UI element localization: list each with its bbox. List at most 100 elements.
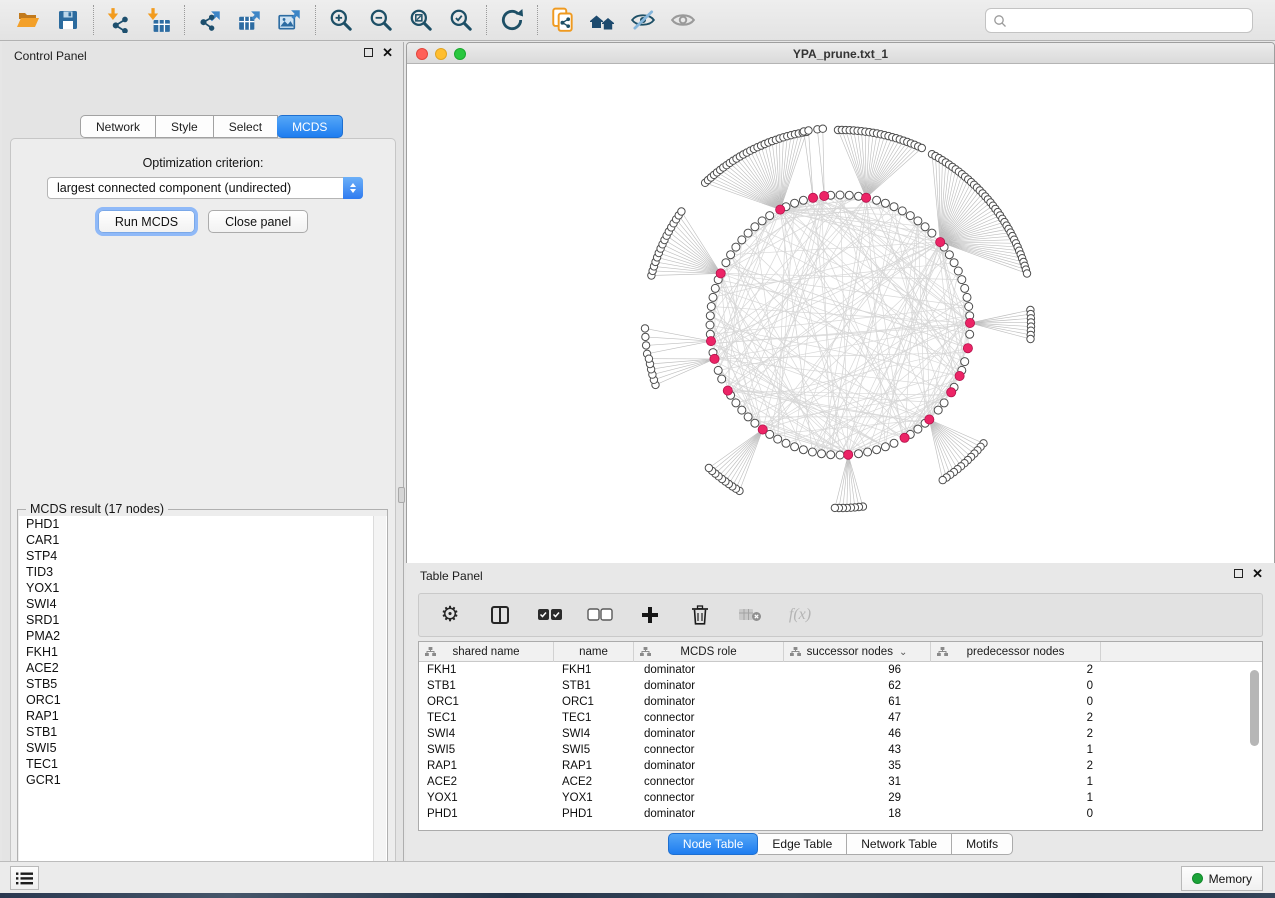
zoom-out-button[interactable] xyxy=(361,3,401,37)
mcds-result-item[interactable]: TID3 xyxy=(19,564,387,580)
cell-predecessor-nodes: 1 xyxy=(931,790,1101,806)
control-panel-tabs: NetworkStyleSelectMCDS xyxy=(80,115,343,138)
network-window-titlebar[interactable]: YPA_prune.txt_1 xyxy=(407,43,1274,64)
status-bar: Memory xyxy=(0,861,1275,893)
memory-button[interactable]: Memory xyxy=(1181,866,1263,891)
column-header-name[interactable]: name xyxy=(554,642,634,662)
zoom-out-icon xyxy=(368,7,394,33)
table-row[interactable]: SWI4SWI4dominator462 xyxy=(419,726,1262,742)
mcds-result-item[interactable]: ORC1 xyxy=(19,692,387,708)
node-table-body: FKH1FKH1dominator962STB1STB1dominator620… xyxy=(419,662,1262,822)
import-network-button[interactable] xyxy=(99,3,139,37)
refresh-view-button[interactable] xyxy=(492,3,532,37)
table-row[interactable]: PHD1PHD1dominator180 xyxy=(419,806,1262,822)
mcds-result-item[interactable]: TEC1 xyxy=(19,756,387,772)
table-row[interactable]: SWI5SWI5connector431 xyxy=(419,742,1262,758)
criterion-dropdown[interactable]: largest connected component (undirected) xyxy=(47,177,363,199)
clone-network-button[interactable] xyxy=(543,3,583,37)
tab-style[interactable]: Style xyxy=(156,115,214,138)
deselect-all-button[interactable] xyxy=(587,602,613,628)
mcds-result-item[interactable]: RAP1 xyxy=(19,708,387,724)
table-scrollbar-thumb[interactable] xyxy=(1250,670,1259,746)
export-image-button[interactable] xyxy=(270,3,310,37)
mcds-result-item[interactable]: PHD1 xyxy=(19,516,387,532)
close-table-panel-icon[interactable]: ✕ xyxy=(1252,568,1263,579)
table-row[interactable]: ACE2ACE2connector311 xyxy=(419,774,1262,790)
run-mcds-button[interactable]: Run MCDS xyxy=(98,210,195,233)
cell-MCDS-role: connector xyxy=(634,774,784,790)
float-table-panel-icon[interactable] xyxy=(1234,569,1243,578)
panel-divider-handle[interactable] xyxy=(398,487,405,503)
mcds-result-item[interactable]: ACE2 xyxy=(19,660,387,676)
tab-edge-table[interactable]: Edge Table xyxy=(758,833,847,855)
control-panel-header: Control Panel ✕ xyxy=(2,42,403,68)
first-neighbors-button[interactable] xyxy=(583,3,623,37)
table-row[interactable]: TEC1TEC1connector472 xyxy=(419,710,1262,726)
toolbar-separator xyxy=(184,5,185,35)
export-network-button[interactable] xyxy=(190,3,230,37)
criterion-value: largest connected component (undirected) xyxy=(48,181,343,195)
show-columns-button[interactable] xyxy=(487,602,513,628)
table-row[interactable]: STB1STB1dominator620 xyxy=(419,678,1262,694)
search-input[interactable] xyxy=(1012,11,1252,31)
mcds-result-item[interactable]: SRD1 xyxy=(19,612,387,628)
mcds-result-item[interactable]: SWI5 xyxy=(19,740,387,756)
mcds-result-item[interactable]: STP4 xyxy=(19,548,387,564)
save-session-button[interactable] xyxy=(48,3,88,37)
column-header-MCDS-role[interactable]: MCDS role xyxy=(634,642,784,662)
tab-network[interactable]: Network xyxy=(80,115,156,138)
close-panel-button[interactable]: Close panel xyxy=(208,210,308,233)
table-row[interactable]: ORC1ORC1dominator610 xyxy=(419,694,1262,710)
add-column-button[interactable] xyxy=(637,602,663,628)
network-canvas[interactable] xyxy=(407,64,1274,563)
show-all-button[interactable] xyxy=(663,3,703,37)
mcds-result-item[interactable]: SWI4 xyxy=(19,596,387,612)
close-panel-icon[interactable]: ✕ xyxy=(382,47,393,58)
import-table-button[interactable] xyxy=(139,3,179,37)
mcds-result-item[interactable]: STB5 xyxy=(19,676,387,692)
zoom-fit-button[interactable] xyxy=(401,3,441,37)
tab-node-table[interactable]: Node Table xyxy=(668,833,759,855)
table-scrollbar[interactable] xyxy=(1249,668,1260,828)
column-header-shared-name[interactable]: shared name xyxy=(419,642,554,662)
zoom-in-button[interactable] xyxy=(321,3,361,37)
float-panel-icon[interactable] xyxy=(364,48,373,57)
cell-predecessor-nodes: 0 xyxy=(931,806,1101,822)
cell-predecessor-nodes: 0 xyxy=(931,694,1101,710)
cell-name: YOX1 xyxy=(554,790,634,806)
import-table-icon xyxy=(146,7,172,33)
hide-selected-button[interactable] xyxy=(623,3,663,37)
toolbar-separator xyxy=(315,5,316,35)
open-file-button[interactable] xyxy=(8,3,48,37)
delete-table-button[interactable] xyxy=(737,602,763,628)
mcds-result-item[interactable]: PMA2 xyxy=(19,628,387,644)
select-all-button[interactable] xyxy=(537,602,563,628)
task-history-button[interactable] xyxy=(10,866,39,890)
mcds-result-item[interactable]: STB1 xyxy=(19,724,387,740)
cell-successor-nodes: 31 xyxy=(784,774,931,790)
table-settings-button[interactable]: ⚙ xyxy=(437,602,463,628)
mcds-result-item[interactable]: GCR1 xyxy=(19,772,387,788)
table-row[interactable]: RAP1RAP1dominator352 xyxy=(419,758,1262,774)
column-header-predecessor-nodes[interactable]: predecessor nodes xyxy=(931,642,1101,662)
mcds-result-item[interactable]: YOX1 xyxy=(19,580,387,596)
mcds-result-item[interactable]: CAR1 xyxy=(19,532,387,548)
function-builder-button[interactable]: f(x) xyxy=(787,602,813,628)
network-window: YPA_prune.txt_1 xyxy=(406,42,1275,563)
table-row[interactable]: FKH1FKH1dominator962 xyxy=(419,662,1262,678)
delete-column-button[interactable] xyxy=(687,602,713,628)
search-box xyxy=(985,8,1253,33)
zoom-selected-button[interactable] xyxy=(441,3,481,37)
tab-network-table[interactable]: Network Table xyxy=(847,833,952,855)
import-network-icon xyxy=(106,7,132,33)
export-table-button[interactable] xyxy=(230,3,270,37)
result-list-scrollbar[interactable] xyxy=(373,516,386,880)
tab-mcds[interactable]: MCDS xyxy=(277,115,343,138)
tab-select[interactable]: Select xyxy=(214,115,278,138)
mcds-result-item[interactable]: FKH1 xyxy=(19,644,387,660)
memory-status-icon xyxy=(1192,873,1203,884)
cell-MCDS-role: dominator xyxy=(634,694,784,710)
table-row[interactable]: YOX1YOX1connector291 xyxy=(419,790,1262,806)
column-header-successor-nodes[interactable]: successor nodes⌄ xyxy=(784,642,931,662)
tab-motifs[interactable]: Motifs xyxy=(952,833,1013,855)
